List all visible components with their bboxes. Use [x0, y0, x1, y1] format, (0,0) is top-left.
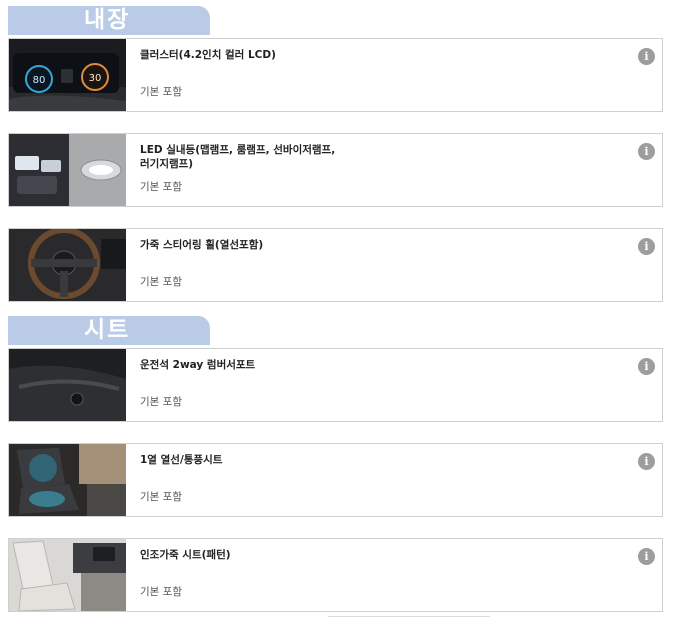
- leather-seat-thumbnail: [9, 539, 126, 611]
- gauge-right-value: 30: [89, 73, 102, 84]
- option-card-lumbar: 운전석 2way 럼버서포트 기본 포함 i: [8, 348, 663, 422]
- option-title: 클러스터(4.2인치 컬러 LCD): [140, 49, 276, 61]
- option-status: 기본 포함: [140, 586, 182, 598]
- lumbar-thumbnail: [9, 349, 126, 421]
- option-title: 인조가죽 시트(패턴): [140, 549, 231, 561]
- option-status: 기본 포함: [140, 491, 182, 503]
- section-tab-seat: 시트: [8, 316, 210, 345]
- info-icon[interactable]: i: [638, 48, 655, 65]
- option-title: 1열 열선/통풍시트: [140, 454, 223, 466]
- option-title: 가죽 스티어링 휠(열선포함): [140, 239, 264, 251]
- cluster-thumbnail: 80 30: [9, 39, 126, 111]
- option-card-cluster: 80 30 클러스터(4.2인치 컬러 LCD) 기본 포함 i: [8, 38, 663, 112]
- info-icon[interactable]: i: [638, 453, 655, 470]
- info-icon[interactable]: i: [638, 548, 655, 565]
- info-icon[interactable]: i: [638, 143, 655, 160]
- option-status: 기본 포함: [140, 396, 182, 408]
- info-icon[interactable]: i: [638, 358, 655, 375]
- option-card-steering-wheel: 가죽 스티어링 휠(열선포함) 기본 포함 i: [8, 228, 663, 302]
- option-status: 기본 포함: [140, 181, 182, 193]
- bottom-divider: [328, 616, 490, 617]
- option-status: 기본 포함: [140, 276, 182, 288]
- option-title: LED 실내등(맵램프, 룸램프, 선바이저램프, 러기지램프): [140, 144, 336, 170]
- option-status: 기본 포함: [140, 86, 182, 98]
- heated-seat-thumbnail: [9, 444, 126, 516]
- option-card-heated-seat: 1열 열선/통풍시트 기본 포함 i: [8, 443, 663, 517]
- steering-wheel-thumbnail: [9, 229, 126, 301]
- option-title: 운전석 2way 럼버서포트: [140, 359, 256, 371]
- gauge-left-value: 80: [33, 75, 46, 86]
- option-card-led-light: LED 실내등(맵램프, 룸램프, 선바이저램프, 러기지램프) 기본 포함 i: [8, 133, 663, 207]
- led-light-thumbnail: [9, 134, 126, 206]
- section-tab-interior: 내장: [8, 6, 210, 35]
- info-icon[interactable]: i: [638, 238, 655, 255]
- option-card-leather-seat: 인조가죽 시트(패턴) 기본 포함 i: [8, 538, 663, 612]
